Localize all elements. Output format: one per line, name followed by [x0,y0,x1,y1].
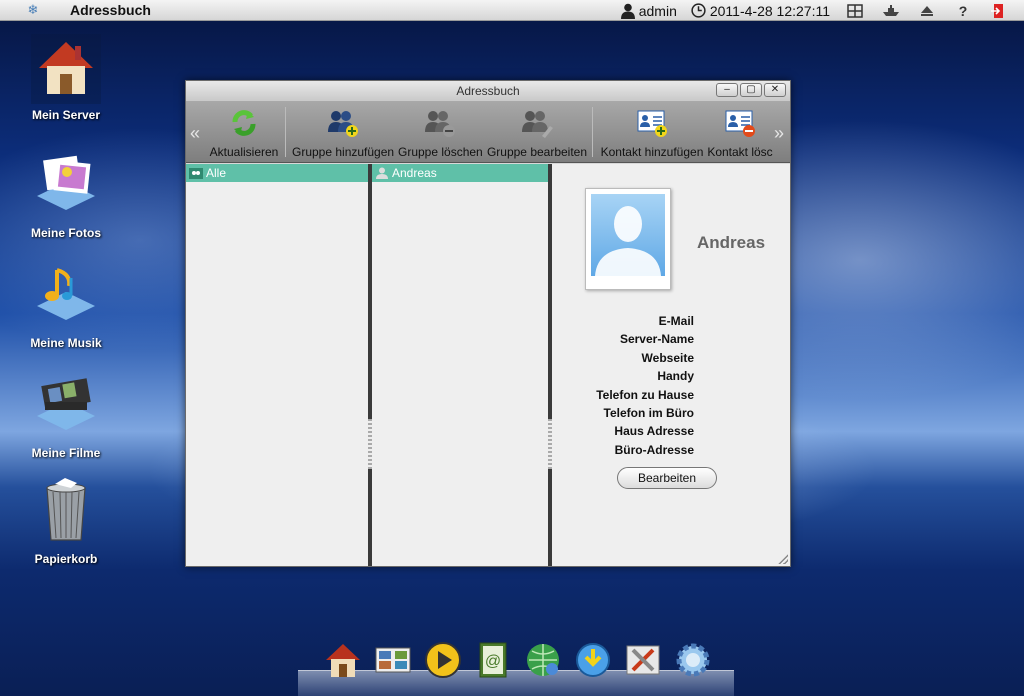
add-group-button[interactable]: Gruppe hinzufügen [292,105,394,159]
field-label-email: E-Mail [658,314,694,328]
dock-gear-icon[interactable] [672,638,714,682]
field-label-home-phone: Telefon zu Hause [596,387,694,402]
field-label-website: Webseite [641,350,694,365]
address-book-window: Adressbuch – ▢ ✕ « Aktualisieren Gruppe … [185,80,791,567]
scroll-left-icon[interactable]: « [190,123,200,144]
dock-media-player-icon[interactable] [422,638,464,682]
music-icon [31,262,101,332]
user-menu[interactable]: admin [620,2,677,19]
ship-icon[interactable] [880,2,902,20]
user-icon [620,3,635,19]
toolbar: « Aktualisieren Gruppe hinzufügen Gruppe… [186,101,790,163]
avatar-silhouette-icon [591,194,665,276]
add-contact-button[interactable]: Kontakt hinzufügen [600,105,704,159]
window-title: Adressbuch [456,84,520,98]
dock-address-book-icon[interactable]: @ [472,638,514,682]
house-icon [31,34,101,104]
toolbar-separator [592,107,593,157]
group-list: Alle [186,164,368,566]
window-titlebar[interactable]: Adressbuch – ▢ ✕ [186,81,790,101]
edit-group-icon [486,105,588,141]
maximize-button[interactable]: ▢ [740,83,762,97]
photos-icon [31,152,101,222]
delete-contact-icon [706,105,774,141]
datetime: 2011-4-28 12:27:11 [709,2,830,19]
field-label-office-phone: Telefon im Büro [603,406,694,421]
edit-group-button[interactable]: Gruppe bearbeiten [486,105,588,159]
contact-person-icon [376,167,388,179]
group-folder-icon [189,168,203,179]
dock: @ [322,638,714,682]
contact-fields: E-Mail Server-Name Webseite Handy Telefo… [596,312,694,459]
active-app-title: Adressbuch [70,2,151,18]
field-label-server-name: Server-Name [619,332,694,347]
field-label-home-address: Haus Adresse [614,424,694,439]
clock-icon [691,3,706,18]
desktop-icon-mein-server[interactable]: Mein Server [18,34,114,122]
refresh-icon [208,105,280,141]
edit-contact-button[interactable]: Bearbeiten [617,467,717,489]
add-contact-icon [600,105,704,141]
contact-photo [585,188,671,290]
content-panes: Alle Andreas Andreas E-Mail Server-Name … [186,164,790,566]
username: admin [638,2,677,19]
delete-contact-button[interactable]: Kontakt lösc [706,105,774,159]
dock-network-icon[interactable] [522,638,564,682]
window-grid-icon[interactable] [844,2,866,20]
delete-group-icon [398,105,482,141]
eject-icon[interactable] [916,2,938,20]
clock: 2011-4-28 12:27:11 [691,3,830,19]
delete-group-button[interactable]: Gruppe löschen [398,105,483,159]
field-label-office-address: Büro-Adresse [614,442,694,457]
toolbar-separator [285,107,286,157]
resize-handle-icon[interactable] [778,554,788,564]
trash-icon [31,478,101,548]
field-label-mobile: Handy [657,369,694,384]
svg-text:@: @ [485,653,501,670]
contact-detail: Andreas E-Mail Server-Name Webseite Hand… [552,164,790,566]
help-icon[interactable]: ? [952,2,974,20]
film-icon [31,372,101,442]
top-menu-bar: ❄ Adressbuch admin 2011-4-28 12:27:11 ? [0,0,1024,21]
desktop-icon-meine-filme[interactable]: Meine Filme [18,372,114,460]
contact-name: Andreas [697,233,766,252]
contact-list: Andreas [372,164,548,566]
refresh-button[interactable]: Aktualisieren [208,105,280,159]
close-button[interactable]: ✕ [764,83,786,97]
dock-settings-tools-icon[interactable] [622,638,664,682]
desktop-icon-meine-fotos[interactable]: Meine Fotos [18,152,114,240]
logout-icon[interactable] [988,2,1010,20]
dock-photo-station-icon[interactable] [372,638,414,682]
dock-download-icon[interactable] [572,638,614,682]
desktop-icon-meine-musik[interactable]: Meine Musik [18,262,114,350]
desktop-icon-papierkorb[interactable]: Papierkorb [18,478,114,566]
add-group-icon [292,105,394,141]
group-item-alle[interactable]: Alle [186,164,368,182]
snowflake-logo-icon[interactable]: ❄ [24,1,42,19]
scroll-right-icon[interactable]: » [774,123,784,144]
contact-item-andreas[interactable]: Andreas [372,164,548,182]
minimize-button[interactable]: – [716,83,738,97]
dock-home-icon[interactable] [322,638,364,682]
